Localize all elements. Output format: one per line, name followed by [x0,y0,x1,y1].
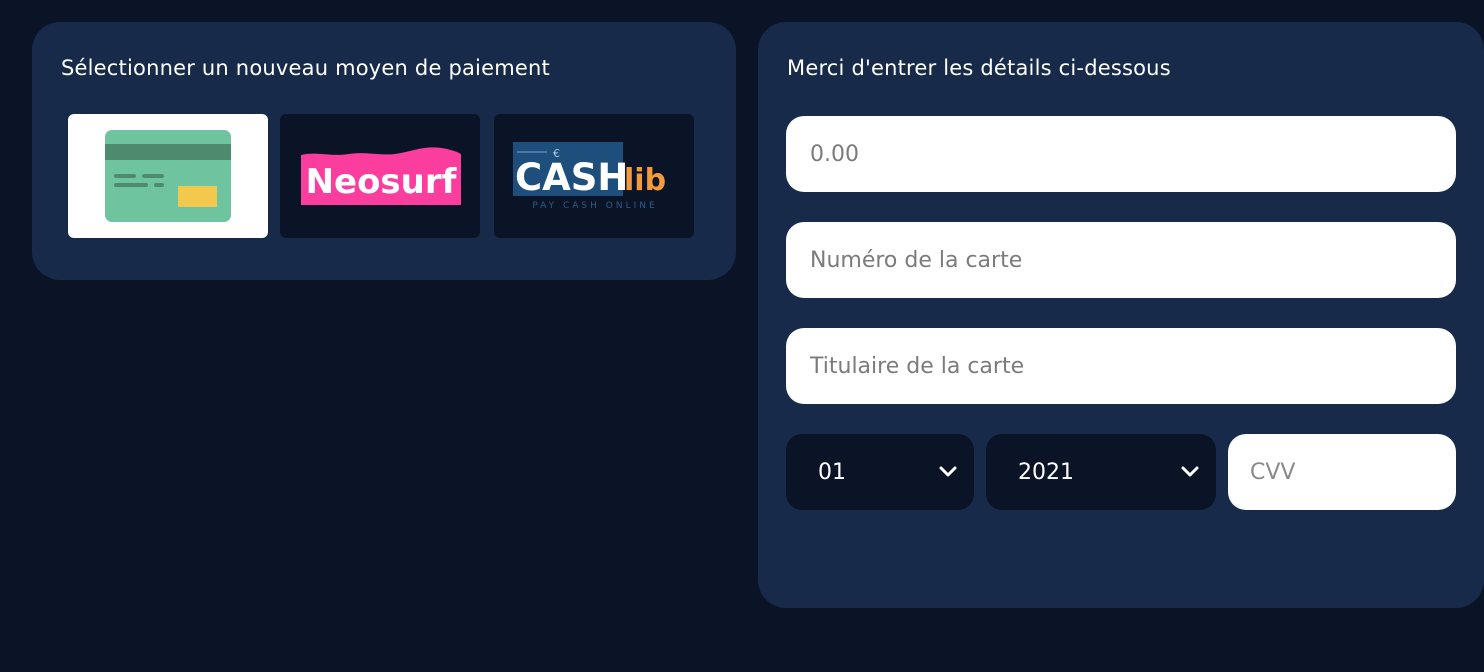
chevron-down-icon [939,466,957,477]
neosurf-logo: Neosurf [301,147,461,205]
credit-card-icon [105,130,231,222]
expiry-year-value: 2021 [1018,459,1074,485]
cardholder-input[interactable] [786,328,1456,404]
svg-text:CASH: CASH [515,156,628,199]
payment-method-cashlib[interactable]: € CASH lib PAY CASH ONLINE [494,114,694,238]
payment-methods-title: Sélectionner un nouveau moyen de paiemen… [61,56,550,80]
svg-text:Neosurf: Neosurf [306,162,458,202]
payment-methods-panel: Sélectionner un nouveau moyen de paiemen… [32,22,736,280]
svg-text:lib: lib [624,163,666,198]
card-details-title: Merci d'entrer les détails ci-dessous [787,56,1171,80]
payment-method-card[interactable] [68,114,268,238]
cvv-input[interactable] [1228,434,1456,510]
card-number-input[interactable] [786,222,1456,298]
payment-method-neosurf[interactable]: Neosurf [280,114,480,238]
expiry-month-value: 01 [818,459,846,485]
amount-input[interactable] [786,116,1456,192]
svg-text:PAY CASH ONLINE: PAY CASH ONLINE [532,201,657,211]
expiry-year-select[interactable]: 2021 [986,434,1216,510]
chevron-down-icon [1181,466,1199,477]
expiry-month-select[interactable]: 01 [786,434,974,510]
card-details-panel: Merci d'entrer les détails ci-dessous 01… [758,22,1484,608]
cashlib-logo: € CASH lib PAY CASH ONLINE [513,142,675,211]
